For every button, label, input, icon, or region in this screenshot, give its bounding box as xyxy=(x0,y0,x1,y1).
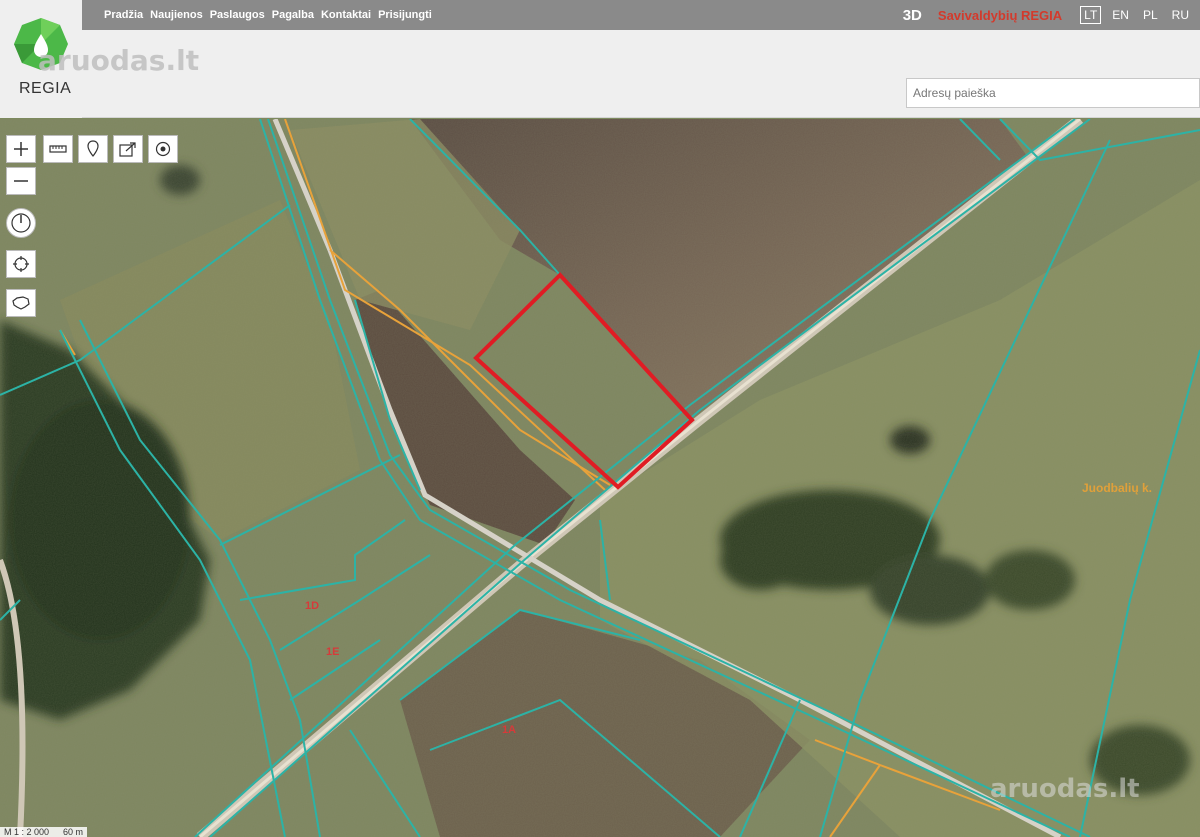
lang-lt[interactable]: LT xyxy=(1080,6,1102,24)
locate-button[interactable] xyxy=(6,250,36,278)
address-search-input[interactable] xyxy=(906,78,1200,108)
top-nav-bar: Pradžia Naujienos Paslaugos Pagalba Kont… xyxy=(0,0,1200,30)
map-watermark: aruodas.lt xyxy=(990,774,1140,804)
watermark: aruodas.lt xyxy=(38,44,200,77)
crosshair-icon xyxy=(13,256,29,272)
country-outline-icon xyxy=(12,296,30,310)
main-nav: Pradžia Naujienos Paslaugos Pagalba Kont… xyxy=(104,0,432,30)
compass-icon xyxy=(11,213,31,233)
plus-icon xyxy=(14,142,28,156)
share-button[interactable] xyxy=(113,135,143,163)
country-extent-button[interactable] xyxy=(6,289,36,317)
right-nav: 3D Savivaldybių REGIA LT EN PL RU xyxy=(903,0,1192,30)
village-label: Juodbalių k. xyxy=(1082,481,1153,495)
scale-ratio: M 1 : 2 000 xyxy=(4,827,50,837)
scale-distance: 60 m xyxy=(63,827,84,837)
map-pin-icon xyxy=(87,140,99,157)
header: REGIA aruodas.lt xyxy=(0,0,1200,118)
zoom-out-button[interactable] xyxy=(6,167,36,195)
lang-en[interactable]: EN xyxy=(1109,7,1132,23)
aerial-map xyxy=(0,119,1200,837)
marker-button[interactable] xyxy=(78,135,108,163)
view-3d-button[interactable]: 3D xyxy=(903,7,922,24)
layer-button[interactable] xyxy=(148,135,178,163)
parcel-label-1a: 1A xyxy=(502,724,517,736)
nav-item-login[interactable]: Prisijungti xyxy=(378,9,432,21)
parcel-label-1e: 1E xyxy=(326,646,340,658)
nav-item-home[interactable]: Pradžia xyxy=(104,9,143,21)
zoom-in-button[interactable] xyxy=(6,135,36,163)
map-canvas[interactable]: 1D 1E 1A Juodbalių k. aruodas.lt M 1 : 2… xyxy=(0,119,1200,837)
ruler-icon xyxy=(49,145,67,153)
lang-ru[interactable]: RU xyxy=(1169,7,1192,23)
nav-item-help[interactable]: Pagalba xyxy=(272,9,314,21)
measure-button[interactable] xyxy=(43,135,73,163)
lang-pl[interactable]: PL xyxy=(1140,7,1161,23)
minus-icon xyxy=(14,180,28,182)
nav-item-news[interactable]: Naujienos xyxy=(150,9,203,21)
logo-text: REGIA xyxy=(19,80,72,97)
target-icon xyxy=(155,141,171,157)
nav-item-contacts[interactable]: Kontaktai xyxy=(321,9,371,21)
compass-button[interactable] xyxy=(6,208,36,238)
brand-link[interactable]: Savivaldybių REGIA xyxy=(938,8,1062,23)
scale-bar: M 1 : 2 000 60 m xyxy=(0,827,88,837)
parcel-label-1d: 1D xyxy=(305,600,320,612)
nav-item-services[interactable]: Paslaugos xyxy=(210,9,265,21)
share-icon xyxy=(119,142,136,157)
